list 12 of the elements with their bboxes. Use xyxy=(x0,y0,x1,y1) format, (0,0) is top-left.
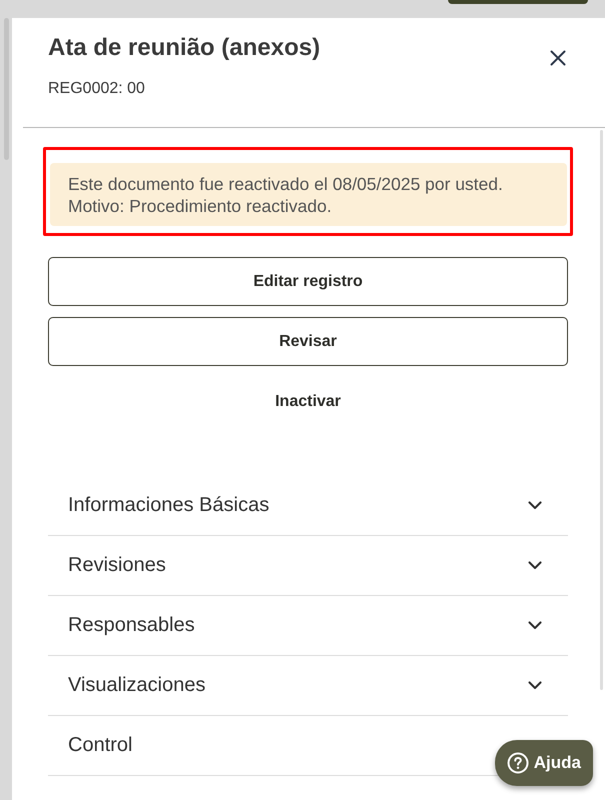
close-icon xyxy=(550,50,566,66)
action-button[interactable]: Editar registro xyxy=(48,257,568,306)
toolbar-button[interactable] xyxy=(448,0,588,4)
close-button[interactable] xyxy=(550,50,566,66)
text-button[interactable]: Inactivar xyxy=(263,377,353,426)
help-icon xyxy=(506,752,529,774)
notice-text: Este documento fue reactivado el 08/05/2025 por usted. Motivo: Procedimiento reactivado. xyxy=(68,173,504,217)
panel-title: Ata de reunião (anexos) xyxy=(48,33,320,63)
record-code: REG0002: 00 xyxy=(48,79,146,99)
action-button[interactable]: Revisar xyxy=(48,317,568,366)
help-button[interactable]: Ajuda xyxy=(494,740,593,786)
scrollbar-thumb[interactable] xyxy=(600,130,603,690)
